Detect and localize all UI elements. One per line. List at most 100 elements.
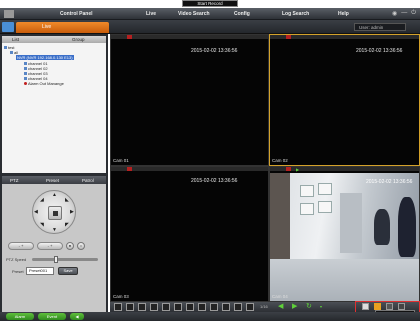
camera-cell-01[interactable]: 2015-02-02 13:36:56 Cam 01 [110, 34, 269, 166]
cell-strip [270, 167, 419, 171]
timestamp: 2015-02-02 13:36:56 [191, 48, 238, 54]
stop-icon[interactable] [362, 303, 369, 310]
layout-1-icon[interactable] [114, 303, 122, 311]
tab-preset[interactable]: Preset [46, 178, 59, 183]
record-indicator-icon [286, 35, 291, 39]
camera-label: Cam 04 [272, 294, 288, 299]
snapshot-icon[interactable] [386, 303, 393, 310]
lock-icon[interactable]: ◉ [392, 10, 397, 17]
menu-video-search[interactable]: Video Search [178, 11, 210, 17]
next-page-icon[interactable]: ▶ [292, 302, 297, 310]
layout-36-icon[interactable] [222, 303, 230, 311]
save-button[interactable]: Save [58, 267, 78, 275]
folder-icon [10, 51, 13, 55]
arrow-left-icon[interactable]: ◀ [34, 209, 38, 215]
audio-icon[interactable] [398, 303, 405, 310]
menu-log-search[interactable]: Log Search [282, 11, 309, 17]
tab-live[interactable]: Live [16, 22, 109, 33]
preset-label: Preset [12, 269, 24, 274]
layout-4-icon[interactable] [126, 303, 134, 311]
iris-open-button[interactable]: ● [66, 242, 74, 250]
tab-list[interactable]: List [12, 37, 19, 42]
menu-help[interactable]: Help [338, 11, 349, 17]
alarm-button[interactable]: Alarm [6, 313, 34, 320]
arrow-up-right-icon[interactable]: ◣ [65, 197, 69, 203]
layout-6-icon[interactable] [138, 303, 146, 311]
menu-live[interactable]: Live [146, 11, 156, 17]
ptz-speed-label: PTZ Speed [6, 257, 27, 262]
menu-config[interactable]: Config [234, 11, 250, 17]
feed-poster [318, 201, 332, 213]
feed-person [398, 197, 416, 257]
status-bar: Alarm Event ◀ [0, 312, 420, 321]
preset-select[interactable]: Preset001 [26, 267, 54, 275]
layout-10-icon[interactable] [174, 303, 182, 311]
iris-close-button[interactable]: ○ [77, 242, 85, 250]
record-indicator-icon [127, 35, 132, 39]
ptz-direction-pad[interactable]: ▲ ▼ ◀ ▶ ◢ ◣ ◥ ◤ [32, 190, 76, 234]
record-indicator-icon [286, 167, 291, 171]
tree-node-nvr[interactable]: NVR (NVR 192.168.0.130 E13) [16, 55, 74, 60]
tree-node-alarm-out[interactable]: Alarm Out Manange [24, 81, 64, 86]
layout-64-icon[interactable] [234, 303, 242, 311]
camera-cell-04[interactable]: ▶ 2015-02-02 13:36:56 Cam 04 [269, 166, 420, 302]
zoom-button[interactable]: - + [8, 242, 34, 250]
ptz-speed-slider[interactable] [32, 256, 98, 263]
speed-text: 1/16 [260, 304, 268, 309]
arrow-up-left-icon[interactable]: ◢ [40, 197, 44, 203]
zoom-out-label: - [18, 243, 20, 248]
arrow-up-icon[interactable]: ▲ [52, 192, 57, 198]
feed-poster [318, 183, 332, 195]
timestamp: 2015-02-02 13:36:56 [191, 178, 238, 184]
tab-ptz[interactable]: PTZ [10, 178, 19, 183]
monitor-icon [2, 22, 14, 32]
ptz-stop-button[interactable] [48, 206, 62, 220]
arrow-down-icon[interactable]: ▼ [52, 227, 57, 233]
power-icon[interactable]: ⏻ [411, 10, 416, 17]
camera-cell-03[interactable]: 2015-02-02 13:36:56 Cam 03 [110, 166, 269, 302]
timestamp: 2015-02-02 13:36:56 [356, 48, 403, 54]
event-button[interactable]: Event [38, 313, 66, 320]
record-indicator-icon [127, 167, 132, 171]
camera-icon [24, 62, 27, 66]
cell-strip [270, 35, 419, 39]
minimize-icon[interactable]: — [401, 10, 407, 17]
menu-bar: Control Panel Live Video Search Config L… [0, 8, 420, 20]
layout-13-icon[interactable] [186, 303, 194, 311]
camera-label: Cam 02 [272, 158, 288, 163]
focus-out-label: - [47, 243, 49, 248]
slider-thumb[interactable] [54, 256, 58, 263]
folder-icon [4, 46, 7, 50]
tab-group[interactable]: Group [72, 37, 85, 42]
camera-cell-02[interactable]: 2015-02-02 13:36:56 Cam 02 [269, 34, 420, 166]
feed-poster [300, 203, 314, 215]
layout-25-icon[interactable] [210, 303, 218, 311]
record-icon[interactable] [374, 303, 381, 310]
layout-9-icon[interactable] [162, 303, 170, 311]
layout-16-icon[interactable] [198, 303, 206, 311]
menu-control-panel[interactable]: Control Panel [60, 11, 93, 17]
refresh-icon[interactable]: ↻ [306, 302, 312, 310]
video-grid: 2015-02-02 13:36:56 Cam 01 2015-02-02 13… [110, 34, 420, 302]
timestamp: 2015-02-02 13:36:56 [366, 179, 413, 185]
layout-8-icon[interactable] [150, 303, 158, 311]
focus-in-label: + [50, 243, 53, 248]
left-panel: List Group test all NVR (NVR 192.168.0.1… [0, 34, 108, 321]
previous-page-icon[interactable]: ◀ [278, 302, 283, 310]
user-field: User: admin [354, 23, 406, 31]
zoom-in-label: + [21, 243, 24, 248]
arrow-down-right-icon[interactable]: ◤ [65, 222, 69, 228]
focus-button[interactable]: - + [37, 242, 63, 250]
feed-cabinet [340, 193, 362, 253]
arrow-right-icon[interactable]: ▶ [70, 209, 74, 215]
camera-label: Cam 01 [113, 158, 129, 163]
arrow-down-left-icon[interactable]: ◥ [40, 222, 44, 228]
fullscreen-icon[interactable] [246, 303, 254, 311]
feed-poster [300, 185, 314, 197]
speaker-icon[interactable]: ◀ [70, 313, 84, 320]
tab-patrol[interactable]: Patrol [82, 178, 94, 183]
alarm-icon [24, 82, 27, 86]
dropdown-icon[interactable]: ▾ [320, 304, 322, 309]
camera-icon [24, 77, 27, 81]
camera-feed-image [270, 173, 419, 301]
